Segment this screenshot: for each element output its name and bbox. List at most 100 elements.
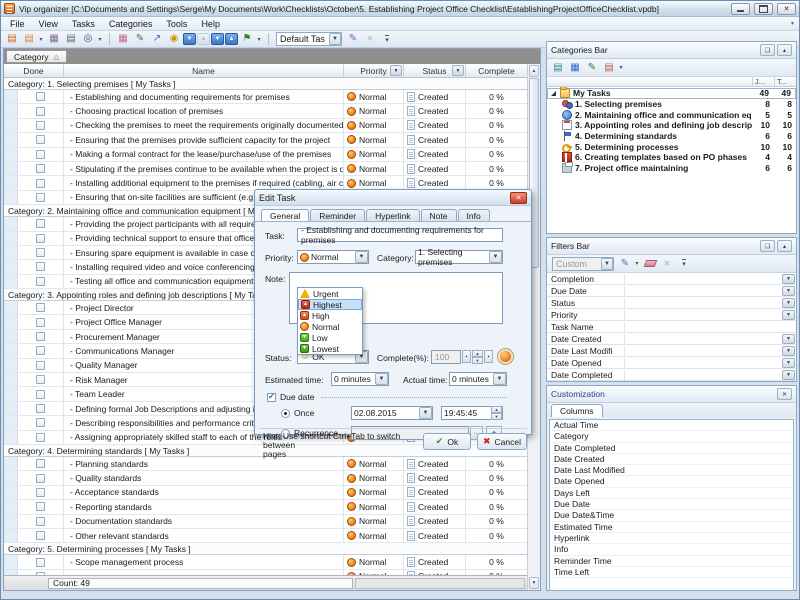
done-checkbox[interactable] bbox=[36, 346, 45, 355]
complete-cell[interactable]: 0 % bbox=[466, 515, 527, 528]
status-cell[interactable]: Created bbox=[404, 529, 466, 542]
complete-cell[interactable]: 0 % bbox=[466, 119, 527, 132]
task-row[interactable]: - Checking the premises to meet the requ… bbox=[4, 119, 527, 133]
column-option[interactable]: Category bbox=[550, 431, 793, 442]
filter-row[interactable]: Priority▼ bbox=[547, 309, 796, 321]
done-checkbox[interactable] bbox=[36, 121, 45, 130]
task-row[interactable]: - Ensuring that the premises provide suf… bbox=[4, 133, 527, 147]
move-down-icon[interactable] bbox=[183, 33, 196, 45]
status-cell[interactable]: Created bbox=[404, 162, 466, 175]
category-tree-item[interactable]: 7. Project office maintaining66 bbox=[547, 163, 796, 174]
group-by-category-button[interactable]: Category △ bbox=[6, 50, 67, 63]
add-subcategory-icon[interactable] bbox=[567, 61, 583, 75]
task-row[interactable]: - Reporting standardsNormalCreated0 % bbox=[4, 500, 527, 514]
status-cell[interactable]: Created bbox=[404, 176, 466, 189]
task-name-cell[interactable]: - Scope management process bbox=[64, 555, 344, 568]
filter-row[interactable]: Date Last Modifi▼ bbox=[547, 345, 796, 357]
task-name-cell[interactable]: - Checking the premises to meet the requ… bbox=[64, 119, 344, 132]
save-icon[interactable] bbox=[46, 32, 62, 46]
restore-button[interactable] bbox=[754, 3, 773, 15]
column-option[interactable]: Date Last Modified bbox=[550, 465, 793, 476]
priority-option-normal[interactable]: Normal bbox=[298, 321, 362, 332]
status-cell[interactable]: Created bbox=[404, 133, 466, 146]
done-checkbox[interactable] bbox=[36, 375, 45, 384]
done-checkbox[interactable] bbox=[36, 488, 45, 497]
task-row[interactable]: - Making a formal contract for the lease… bbox=[4, 148, 527, 162]
scroll-up-icon[interactable]: ▲ bbox=[529, 65, 539, 77]
priority-combo-arrow-icon[interactable]: ▼ bbox=[355, 251, 368, 263]
column-option[interactable]: Estimated Time bbox=[550, 522, 793, 533]
menu-overflow-icon[interactable]: ▾ bbox=[791, 20, 797, 27]
task-name-cell[interactable]: - Acceptance standards bbox=[64, 486, 344, 499]
done-checkbox[interactable] bbox=[36, 277, 45, 286]
task-name-cell[interactable]: - Reporting standards bbox=[64, 500, 344, 513]
once-radio[interactable] bbox=[281, 409, 290, 418]
complete-input[interactable]: 100 bbox=[431, 350, 461, 364]
column-option[interactable]: Hyperlink bbox=[550, 533, 793, 544]
done-checkbox[interactable] bbox=[36, 332, 45, 341]
filter-row[interactable]: Date Opened▼ bbox=[547, 357, 796, 369]
complete-cell[interactable]: 0 % bbox=[466, 529, 527, 542]
complete-cell[interactable]: 0 % bbox=[466, 176, 527, 189]
filters-overflow-icon[interactable] bbox=[676, 257, 692, 271]
task-row[interactable]: - Scope management processNormalCreated0… bbox=[4, 555, 527, 569]
complete-cell[interactable]: 0 % bbox=[466, 471, 527, 484]
done-checkbox[interactable] bbox=[36, 558, 45, 567]
category-tree-item[interactable]: 4. Determining standards66 bbox=[547, 131, 796, 142]
category-tree-item[interactable]: 1. Selecting premises88 bbox=[547, 99, 796, 110]
menu-help[interactable]: Help bbox=[194, 18, 227, 30]
done-checkbox[interactable] bbox=[36, 474, 45, 483]
column-option[interactable]: Actual Time bbox=[550, 420, 793, 431]
task-row[interactable]: - Choosing practical location of premise… bbox=[4, 104, 527, 118]
priority-cell[interactable]: Normal bbox=[344, 148, 404, 161]
complete-cell[interactable]: 0 % bbox=[466, 162, 527, 175]
task-row[interactable]: - Other relevant standardsNormalCreated0… bbox=[4, 529, 527, 543]
priority-cell[interactable]: Normal bbox=[344, 529, 404, 542]
filter-row[interactable]: Date Completed▼ bbox=[547, 369, 796, 381]
priority-cell[interactable]: Normal bbox=[344, 176, 404, 189]
dialog-tab-info[interactable]: Info bbox=[458, 209, 490, 221]
tab-columns[interactable]: Columns bbox=[551, 404, 603, 417]
menu-view[interactable]: View bbox=[32, 18, 65, 30]
status-cell[interactable]: Created bbox=[404, 515, 466, 528]
cancel-button[interactable]: ✖Cancel bbox=[477, 433, 527, 450]
filter-row[interactable]: Due Date▼ bbox=[547, 285, 796, 297]
priority-option-urgent[interactable]: Urgent bbox=[298, 288, 362, 299]
dialog-close-icon[interactable]: ✕ bbox=[510, 192, 527, 204]
menu-tasks[interactable]: Tasks bbox=[65, 18, 102, 30]
done-checkbox[interactable] bbox=[36, 150, 45, 159]
customize-view-icon[interactable] bbox=[345, 32, 361, 46]
expand-all-icon[interactable] bbox=[211, 33, 224, 45]
task-row[interactable]: - Documentation standardsNormalCreated0 … bbox=[4, 515, 527, 529]
category-combo[interactable]: 1. Selecting premises ▼ bbox=[415, 250, 503, 264]
filter-dropdown-icon[interactable]: ▼ bbox=[782, 346, 795, 356]
done-checkbox[interactable] bbox=[36, 318, 45, 327]
column-option[interactable]: Days Left bbox=[550, 488, 793, 499]
new-organizer-icon[interactable] bbox=[21, 32, 37, 46]
status-cell[interactable]: Created bbox=[404, 104, 466, 117]
collapse-all-icon[interactable] bbox=[225, 33, 238, 45]
done-checkbox[interactable] bbox=[36, 193, 45, 202]
filter-dropdown-icon[interactable]: ▼ bbox=[782, 274, 795, 284]
task-row[interactable]: - Establishing and documenting requireme… bbox=[4, 90, 527, 104]
edit-task-icon[interactable] bbox=[132, 32, 148, 46]
task-row[interactable]: - Acceptance standardsNormalCreated0 % bbox=[4, 486, 527, 500]
once-date-combo[interactable]: 02.08.2015 ▼ bbox=[351, 406, 433, 420]
priority-cell[interactable]: Normal bbox=[344, 471, 404, 484]
scroll-down-icon[interactable]: ▼ bbox=[529, 577, 539, 589]
done-checkbox[interactable] bbox=[36, 433, 45, 442]
minimize-button[interactable] bbox=[731, 3, 750, 15]
priority-cell[interactable]: Normal bbox=[344, 555, 404, 568]
priority-cell[interactable]: Normal bbox=[344, 104, 404, 117]
column-j[interactable]: J... bbox=[752, 77, 774, 86]
complete-cell[interactable]: 0 % bbox=[466, 148, 527, 161]
done-checkbox[interactable] bbox=[36, 262, 45, 271]
column-option[interactable]: Time Left bbox=[550, 567, 793, 578]
status-filter-button[interactable]: ▼ bbox=[452, 65, 464, 76]
once-date-arrow-icon[interactable]: ▼ bbox=[419, 407, 432, 419]
status-cell[interactable]: Created bbox=[404, 119, 466, 132]
column-header-complete[interactable]: Complete bbox=[466, 64, 527, 77]
category-row[interactable]: Category: 5. Determining processes [ My … bbox=[4, 543, 527, 555]
done-checkbox[interactable] bbox=[36, 234, 45, 243]
complete-cell[interactable]: 0 % bbox=[466, 133, 527, 146]
